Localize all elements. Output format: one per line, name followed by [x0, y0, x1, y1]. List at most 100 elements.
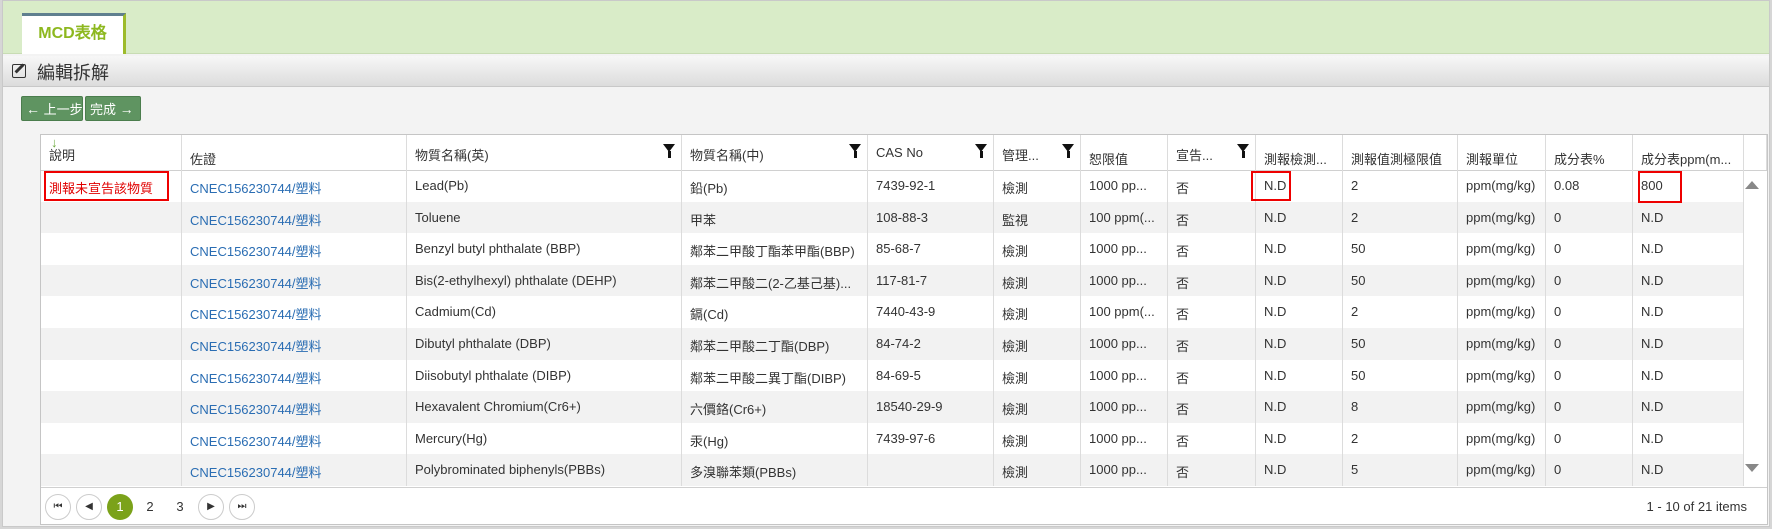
cell-text: ppm(mg/kg) [1466, 430, 1536, 446]
first-page-icon[interactable]: ⏮ [45, 494, 71, 520]
header-col-declared[interactable]: 宣告... [1168, 135, 1256, 170]
filter-icon[interactable] [1062, 144, 1074, 158]
cell-text: 檢測 [1002, 339, 1029, 354]
header-col-name-zh[interactable]: 物質名稱(中) [682, 135, 868, 170]
col-test: N.D [1256, 328, 1343, 360]
cell-text[interactable]: CNEC156230744/塑料 [190, 273, 322, 292]
col-unit: ppm(mg/kg) [1458, 454, 1546, 486]
cell-text: 1000 pp... [1089, 272, 1147, 288]
col-det-limit: 50 [1343, 233, 1458, 265]
cell-text: 監視 [1002, 212, 1029, 228]
tab-mcd-table[interactable]: MCD表格 [22, 13, 126, 54]
cell-text: N.D [1264, 430, 1287, 446]
cell-text: 2 [1351, 209, 1359, 225]
col-mgmt: 檢測 [994, 454, 1081, 486]
col-evidence[interactable]: CNEC156230744/塑料 [182, 296, 407, 328]
cell-text: N.D [1264, 367, 1287, 383]
table-row[interactable]: CNEC156230744/塑料 Bis(2-ethylhexyl) phthal… [41, 264, 1744, 297]
cell-text: 檢測 [1002, 307, 1029, 323]
filter-icon[interactable] [1237, 144, 1249, 158]
next-page-icon[interactable]: ▶ [198, 494, 224, 520]
cell-text[interactable]: CNEC156230744/塑料 [190, 431, 322, 450]
col-pct: 0 [1546, 296, 1633, 328]
header-col-det-limit[interactable]: 測報值測極限值 [1343, 135, 1458, 170]
col-evidence[interactable]: CNEC156230744/塑料 [182, 454, 407, 486]
cell-text: N.D [1641, 336, 1664, 351]
cell-text: 8 [1351, 399, 1359, 415]
header-col-ppm[interactable]: 成分表ppm(m... [1633, 135, 1744, 170]
col-note [41, 359, 182, 392]
col-name-en: Diisobutyl phthalate (DIBP) [407, 359, 682, 392]
table-row[interactable]: CNEC156230744/塑料 Benzyl butyl phthalate (… [41, 233, 1744, 265]
col-evidence[interactable]: CNEC156230744/塑料 [182, 264, 407, 297]
col-ppm: N.D [1633, 296, 1744, 328]
filter-icon[interactable] [975, 144, 987, 158]
header-col-name-en[interactable]: 物質名稱(英) [407, 135, 682, 170]
cell-text: N.D [1264, 304, 1287, 320]
cell-text: 否 [1176, 433, 1190, 449]
table-row[interactable]: CNEC156230744/塑料 Polybrominated biphenyls… [41, 454, 1744, 486]
col-evidence[interactable]: CNEC156230744/塑料 [182, 422, 407, 455]
cell-text[interactable]: CNEC156230744/塑料 [190, 368, 322, 387]
header-col-test[interactable]: 測報檢測... [1256, 135, 1343, 170]
scroll-down-icon[interactable] [1745, 464, 1759, 472]
col-evidence[interactable]: CNEC156230744/塑料 [182, 391, 407, 423]
col-name-en: Polybrominated biphenyls(PBBs) [407, 454, 682, 486]
filter-icon[interactable] [663, 144, 675, 158]
table-row[interactable]: CNEC156230744/塑料 Hexavalent Chromium(Cr6+… [41, 391, 1744, 423]
cell-text[interactable]: CNEC156230744/塑料 [190, 462, 322, 481]
page-3[interactable]: 3 [167, 494, 193, 520]
cell-text[interactable]: CNEC156230744/塑料 [190, 210, 322, 229]
header-col-cas[interactable]: CAS No [868, 135, 994, 170]
header-label: 物質名稱(英) [415, 148, 489, 163]
prev-page-icon[interactable]: ◀ [76, 494, 102, 520]
col-note [41, 328, 182, 360]
filter-icon[interactable] [849, 144, 861, 158]
cell-text[interactable]: CNEC156230744/塑料 [190, 178, 322, 197]
pager: ⏮ ◀ 1 2 3 ▶ ⏭ 1 - 10 of 21 items [41, 487, 1767, 525]
col-mgmt: 檢測 [994, 264, 1081, 297]
header-col-mgmt[interactable]: 管理... [994, 135, 1081, 170]
cell-text: 檢測 [1002, 244, 1029, 260]
last-page-icon[interactable]: ⏭ [229, 494, 255, 520]
col-test: N.D [1256, 359, 1343, 392]
cell-text: 汞(Hg) [690, 433, 729, 449]
cell-text: 0 [1554, 304, 1562, 320]
cell-text: 2 [1351, 304, 1359, 320]
col-declared: 否 [1168, 422, 1256, 455]
col-evidence[interactable]: CNEC156230744/塑料 [182, 170, 407, 202]
col-pct: 0 [1546, 454, 1633, 486]
header-label: 測報值測極限值 [1351, 152, 1443, 167]
table-row[interactable]: CNEC156230744/塑料 Dibutyl phthalate (DBP) 鄰… [41, 328, 1744, 360]
scroll-up-icon[interactable] [1745, 181, 1759, 189]
header-col-pct[interactable]: 成分表% [1546, 135, 1633, 170]
page-1[interactable]: 1 [107, 494, 133, 520]
table-row[interactable]: CNEC156230744/塑料 Cadmium(Cd) 鎘(Cd) 7440-43-… [41, 296, 1744, 328]
header-col-unit[interactable]: 測報單位 [1458, 135, 1546, 170]
done-button[interactable]: 完成 → [85, 96, 141, 121]
header-col-evidence[interactable]: 佐證 [182, 135, 407, 170]
col-evidence[interactable]: CNEC156230744/塑料 [182, 201, 407, 234]
table-row[interactable]: CNEC156230744/塑料 Diisobutyl phthalate (DI… [41, 359, 1744, 392]
col-ppm: N.D [1633, 391, 1744, 423]
prev-step-button[interactable]: ← 上一步 [21, 96, 83, 121]
header-col-note[interactable]: 說明 ↓ [41, 135, 182, 170]
table-row[interactable]: CNEC156230744/塑料 Mercury(Hg) 汞(Hg) 7439-97-… [41, 422, 1744, 455]
cell-text[interactable]: CNEC156230744/塑料 [190, 399, 322, 418]
cell-text[interactable]: CNEC156230744/塑料 [190, 241, 322, 260]
cell-text: N.D [1641, 241, 1664, 257]
page-2[interactable]: 2 [137, 494, 163, 520]
col-evidence[interactable]: CNEC156230744/塑料 [182, 233, 407, 265]
col-evidence[interactable]: CNEC156230744/塑料 [182, 359, 407, 392]
table-row[interactable]: CNEC156230744/塑料 Toluene 甲苯 108-88-3 監視 100 p… [41, 201, 1744, 234]
col-mgmt: 檢測 [994, 170, 1081, 202]
cell-text: N.D [1641, 399, 1664, 415]
col-unit: ppm(mg/kg) [1458, 201, 1546, 234]
cell-text[interactable]: CNEC156230744/塑料 [190, 336, 322, 355]
cell-text: ppm(mg/kg) [1466, 178, 1536, 193]
table-row[interactable]: 測報未宣告該物質 CNEC156230744/塑料 Lead(Pb) 鉛(Pb) 743… [41, 170, 1744, 202]
col-declared: 否 [1168, 233, 1256, 265]
cell-text[interactable]: CNEC156230744/塑料 [190, 304, 322, 323]
header-col-limit[interactable]: 恕限值 [1081, 135, 1168, 170]
col-evidence[interactable]: CNEC156230744/塑料 [182, 328, 407, 360]
